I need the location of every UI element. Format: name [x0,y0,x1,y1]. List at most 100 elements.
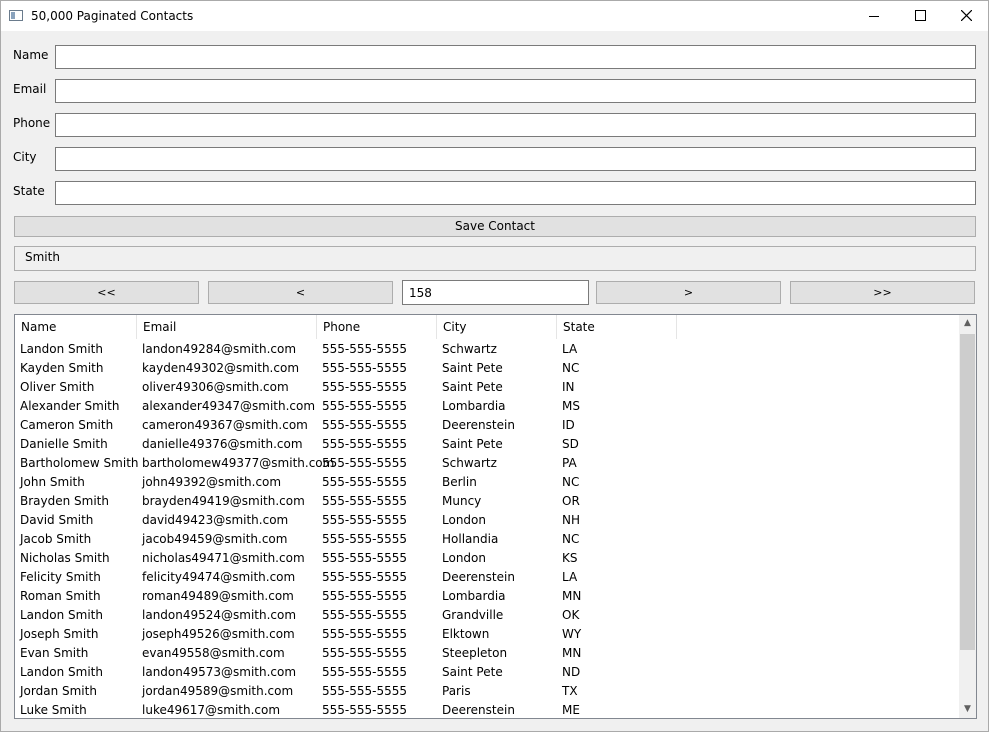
cell-email: landon49524@smith.com [142,608,297,622]
save-contact-button[interactable]: Save Contact [14,216,976,237]
title-bar[interactable]: 50,000 Paginated Contacts [1,1,988,31]
cell-name: Cameron Smith [20,418,114,432]
city-field[interactable] [55,147,976,171]
cell-name: Evan Smith [20,646,89,660]
cell-name: Danielle Smith [20,437,108,451]
cell-state: LA [562,342,578,356]
table-row[interactable]: Brayden Smith brayden49419@smith.com 555-5… [15,492,960,511]
column-header-email[interactable]: Email [137,315,317,339]
cell-state: ID [562,418,575,432]
cell-phone: 555-555-5555 [322,551,408,565]
cell-name: Joseph Smith [20,627,99,641]
name-field[interactable] [55,45,976,69]
cell-city: Lombardia [442,399,506,413]
table-row[interactable]: Bartholomew Smith bartholomew49377@smith.… [15,454,960,473]
phone-field[interactable] [55,113,976,137]
table-row[interactable]: Kayden Smith kayden49302@smith.com 555-555… [15,359,960,378]
cell-state: WY [562,627,582,641]
cell-city: London [442,513,486,527]
cell-email: landon49573@smith.com [142,665,297,679]
cell-city: Hollandia [442,532,499,546]
state-field[interactable] [55,181,976,205]
vertical-scrollbar[interactable]: ▲ ▼ [959,315,976,718]
cell-name: Landon Smith [20,342,103,356]
cell-city: Steepleton [442,646,508,660]
cell-phone: 555-555-5555 [322,627,408,641]
table-row[interactable]: Nicholas Smith nicholas49471@smith.com 555… [15,549,960,568]
column-header-city[interactable]: City [437,315,557,339]
email-field[interactable] [55,79,976,103]
cell-city: Muncy [442,494,482,508]
scrollbar-thumb[interactable] [960,334,975,650]
cell-name: Landon Smith [20,665,103,679]
cell-phone: 555-555-5555 [322,532,408,546]
table-row[interactable]: Landon Smith landon49524@smith.com 555-555… [15,606,960,625]
cell-email: david49423@smith.com [142,513,289,527]
table-row[interactable]: Luke Smith luke49617@smith.com 555-555-555… [15,701,960,718]
cell-city: Deerenstein [442,570,515,584]
table-row[interactable]: Felicity Smith felicity49474@smith.com 555… [15,568,960,587]
cell-name: Jacob Smith [20,532,92,546]
cell-name: John Smith [20,475,85,489]
cell-city: Berlin [442,475,477,489]
chevron-up-icon[interactable]: ▲ [959,315,976,332]
table-row[interactable]: Joseph Smith joseph49526@smith.com 555-555… [15,625,960,644]
table-row[interactable]: Landon Smith landon49284@smith.com 555-555… [15,340,960,359]
cell-city: Schwartz [442,342,497,356]
minimize-button[interactable] [851,1,897,31]
cell-phone: 555-555-5555 [322,703,408,717]
cell-phone: 555-555-5555 [322,456,408,470]
cell-state: KS [562,551,578,565]
table-row[interactable]: Evan Smith evan49558@smith.com 555-555-555… [15,644,960,663]
cell-city: Deerenstein [442,703,515,717]
table-row[interactable]: David Smith david49423@smith.com 555-555-5… [15,511,960,530]
cell-name: Bartholomew Smith [20,456,139,470]
cell-phone: 555-555-5555 [322,399,408,413]
cell-email: alexander49347@smith.com [142,399,316,413]
cell-state: MS [562,399,580,413]
table-row[interactable]: Landon Smith landon49573@smith.com 555-555… [15,663,960,682]
cell-phone: 555-555-5555 [322,646,408,660]
table-row[interactable]: Danielle Smith danielle49376@smith.com 555… [15,435,960,454]
app-window: 50,000 Paginated Contacts Name Email Pho… [0,0,989,732]
table-row[interactable]: John Smith john49392@smith.com 555-555-555… [15,473,960,492]
cell-state: TX [562,684,578,698]
cell-state: IN [562,380,575,394]
cell-name: Jordan Smith [20,684,97,698]
cell-state: NC [562,475,580,489]
column-header-name[interactable]: Name [15,315,137,339]
table-row[interactable]: Cameron Smith cameron49367@smith.com 555-5… [15,416,960,435]
contacts-list[interactable]: Name Email Phone City State Landon Smith… [14,314,977,719]
cell-state: NC [562,532,580,546]
cell-name: Landon Smith [20,608,103,622]
email-label: Email [13,82,47,96]
cell-phone: 555-555-5555 [322,608,408,622]
cell-city: Schwartz [442,456,497,470]
previous-page-button[interactable]: < [208,281,393,304]
table-row[interactable]: Jacob Smith jacob49459@smith.com 555-555-5… [15,530,960,549]
maximize-button[interactable] [897,1,943,31]
cell-phone: 555-555-5555 [322,513,408,527]
page-number-input[interactable] [402,280,589,305]
cell-state: ND [562,665,581,679]
cell-state: OK [562,608,580,622]
cell-state: ME [562,703,580,717]
cell-city: Saint Pete [442,361,503,375]
next-page-button[interactable]: > [596,281,781,304]
close-button[interactable] [943,1,988,31]
last-page-button[interactable]: >> [790,281,975,304]
table-row[interactable]: Jordan Smith jordan49589@smith.com 555-555… [15,682,960,701]
table-row[interactable]: Roman Smith roman49489@smith.com 555-555-5… [15,587,960,606]
table-row[interactable]: Oliver Smith oliver49306@smith.com 555-555… [15,378,960,397]
cell-email: evan49558@smith.com [142,646,285,660]
column-header-phone[interactable]: Phone [317,315,437,339]
search-filter-box[interactable]: Smith [14,246,976,271]
cell-state: NH [562,513,580,527]
first-page-button[interactable]: << [14,281,199,304]
cell-phone: 555-555-5555 [322,437,408,451]
table-row[interactable]: Alexander Smith alexander49347@smith.com 5… [15,397,960,416]
cell-phone: 555-555-5555 [322,361,408,375]
column-header-state[interactable]: State [557,315,677,339]
chevron-down-icon[interactable]: ▼ [959,701,976,718]
cell-email: felicity49474@smith.com [142,570,296,584]
